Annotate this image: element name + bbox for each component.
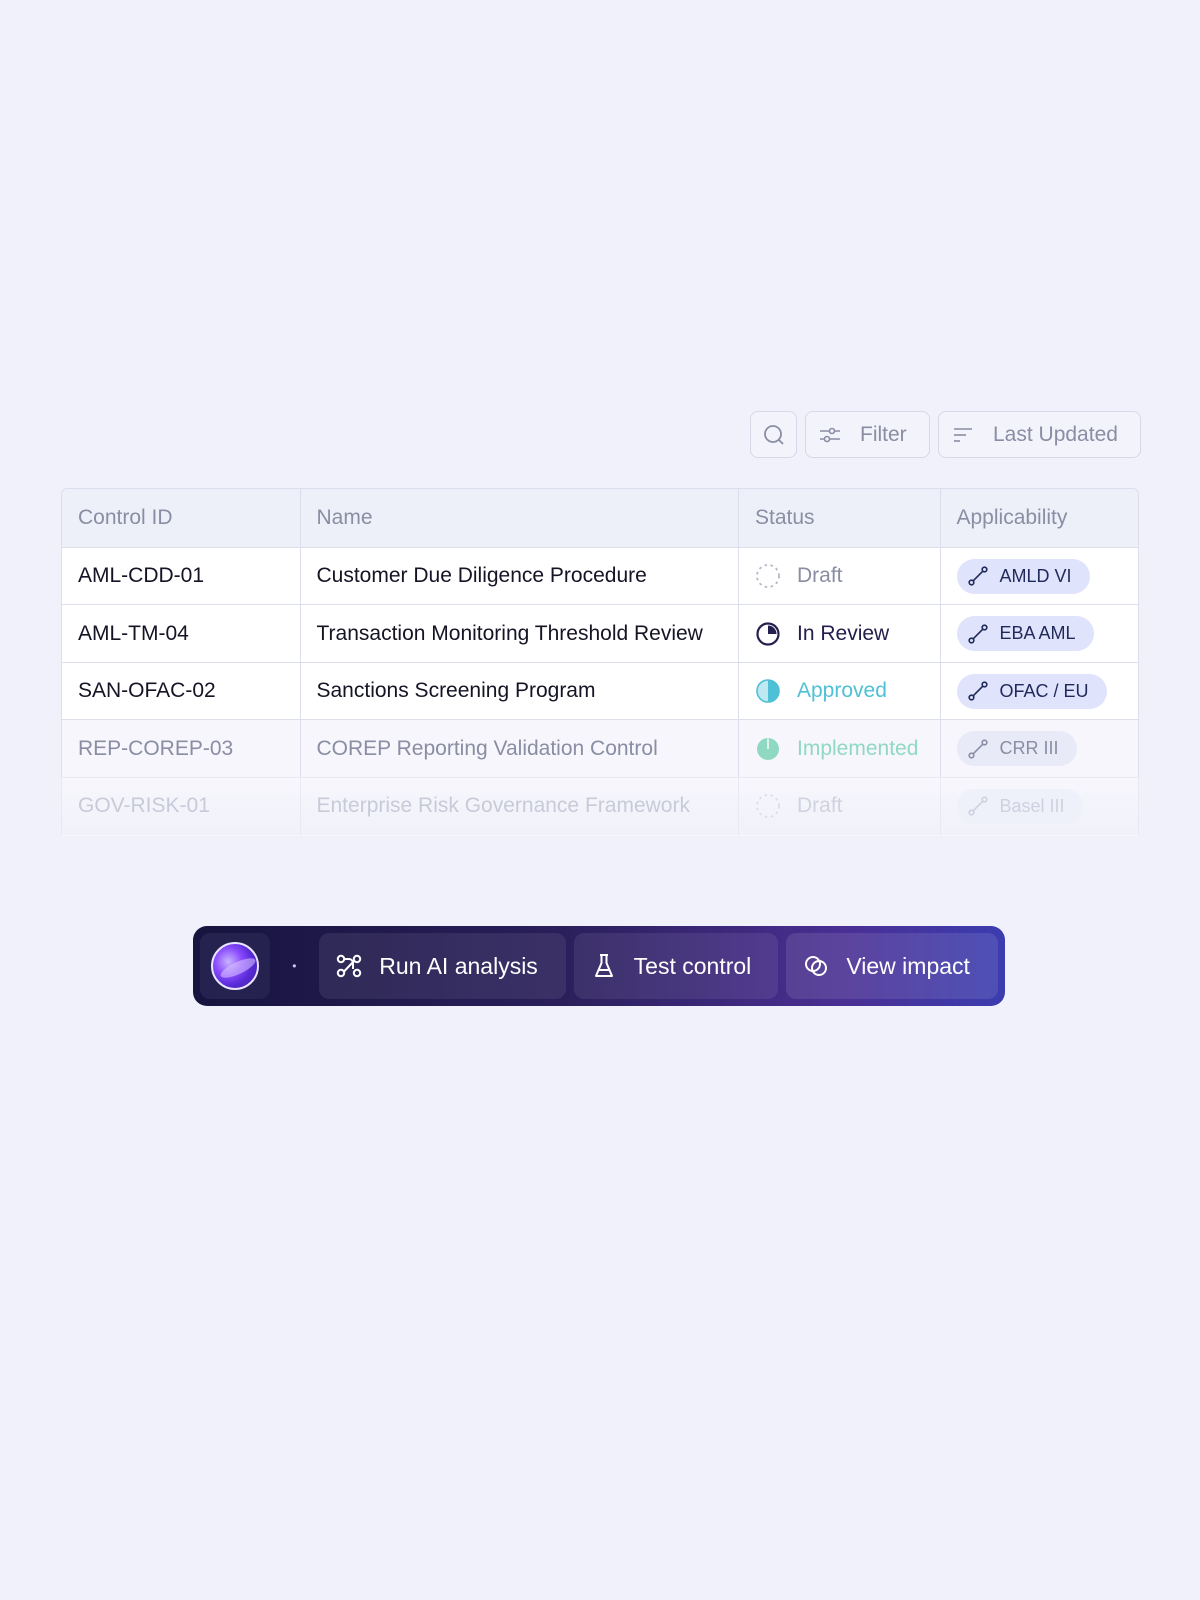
test-control-label: Test control <box>633 952 752 979</box>
sliders-icon <box>818 423 842 447</box>
applicability-tag[interactable]: OFAC / EU <box>956 673 1107 709</box>
applicability-cell: Basel III <box>939 776 1139 836</box>
table-row[interactable]: AML-TM-04 Transaction Monitoring Thresho… <box>61 604 1139 663</box>
column-header-name[interactable]: Name <box>299 488 740 548</box>
control-id-cell: SAN-OFAC-02 <box>61 661 301 721</box>
control-name-cell: Enterprise Risk Governance Framework <box>299 776 740 836</box>
draft-status-icon <box>755 793 781 819</box>
view-impact-button[interactable]: View impact <box>786 933 998 999</box>
search-icon <box>762 423 786 447</box>
applicability-label: EBA AML <box>999 623 1076 643</box>
applicability-tag[interactable]: AMLD VI <box>956 558 1090 594</box>
draft-status-icon <box>755 563 781 589</box>
control-id-cell: GOV-RISK-01 <box>61 776 301 836</box>
table-row[interactable]: AML-CDD-01 Customer Due Diligence Proced… <box>61 546 1139 606</box>
link-icon <box>967 738 989 760</box>
flask-icon <box>590 952 618 980</box>
table-row[interactable]: SAN-OFAC-02 Sanctions Screening Program … <box>61 661 1139 721</box>
control-id-cell: AML-CDD-01 <box>61 546 301 606</box>
sort-button[interactable]: Last Updated <box>938 411 1141 458</box>
assistant-avatar-button[interactable] <box>200 933 270 999</box>
control-name-cell: Sanctions Screening Program <box>299 661 740 721</box>
status-cell: Draft <box>738 776 941 836</box>
ai-action-bar: • Run AI analysis Test control View impa… <box>193 926 1005 1006</box>
status-cell: Implemented <box>738 719 941 778</box>
filter-label: Filter <box>860 422 907 446</box>
separator-dot: • <box>292 959 297 973</box>
status-label: Draft <box>797 794 843 817</box>
assistant-avatar <box>210 942 259 990</box>
view-impact-label: View impact <box>846 952 970 979</box>
control-name-cell: COREP Reporting Validation Control <box>299 719 740 778</box>
sort-lines-icon <box>951 423 975 447</box>
applicability-tag[interactable]: Basel III <box>956 788 1083 824</box>
link-icon <box>967 623 989 645</box>
applicability-tag[interactable]: CRR III <box>956 731 1077 766</box>
test-control-button[interactable]: Test control <box>573 933 779 999</box>
overlap-circles-icon <box>802 952 830 980</box>
table-header: Control ID Name Status Applicability <box>61 488 1139 548</box>
link-icon <box>967 795 989 817</box>
sort-label: Last Updated <box>993 422 1118 446</box>
applicability-label: CRR III <box>999 738 1059 758</box>
run-ai-analysis-label: Run AI analysis <box>379 952 538 979</box>
table-row[interactable]: GOV-RISK-01 Enterprise Risk Governance F… <box>61 776 1139 836</box>
applicability-label: Basel III <box>999 795 1065 816</box>
status-cell: Draft <box>738 546 941 606</box>
column-header-applicability[interactable]: Applicability <box>939 488 1139 548</box>
in-review-status-icon <box>755 621 781 647</box>
status-label: Implemented <box>797 736 919 760</box>
status-cell: Approved <box>738 661 941 721</box>
control-name-cell: Customer Due Diligence Procedure <box>299 546 740 606</box>
link-icon <box>967 565 989 587</box>
run-ai-analysis-button[interactable]: Run AI analysis <box>319 933 566 999</box>
workflow-nodes-icon <box>335 952 363 980</box>
applicability-cell: EBA AML <box>939 604 1139 663</box>
applicability-cell: OFAC / EU <box>939 661 1139 721</box>
approved-status-icon <box>755 678 781 704</box>
applicability-label: AMLD VI <box>999 565 1072 586</box>
status-label: In Review <box>797 621 890 645</box>
control-name-cell: Transaction Monitoring Threshold Review <box>299 604 740 663</box>
applicability-cell: AMLD VI <box>939 546 1139 606</box>
column-header-control-id[interactable]: Control ID <box>61 488 301 548</box>
controls-table: Control ID Name Status Applicability AML… <box>61 488 1139 836</box>
implemented-status-icon <box>755 736 781 762</box>
status-label: Draft <box>797 564 843 587</box>
applicability-tag[interactable]: EBA AML <box>956 616 1094 651</box>
link-icon <box>967 680 989 702</box>
status-label: Approved <box>797 679 887 702</box>
applicability-label: OFAC / EU <box>999 680 1089 701</box>
status-cell: In Review <box>738 604 941 663</box>
table-row[interactable]: REP-COREP-03 COREP Reporting Validation … <box>61 719 1139 778</box>
applicability-cell: CRR III <box>939 719 1139 778</box>
column-header-status[interactable]: Status <box>738 488 941 548</box>
search-button[interactable] <box>750 411 797 458</box>
control-id-cell: REP-COREP-03 <box>61 719 301 778</box>
table-toolbar: Filter Last Updated <box>750 411 1141 458</box>
control-id-cell: AML-TM-04 <box>61 604 301 663</box>
filter-button[interactable]: Filter <box>805 411 930 458</box>
